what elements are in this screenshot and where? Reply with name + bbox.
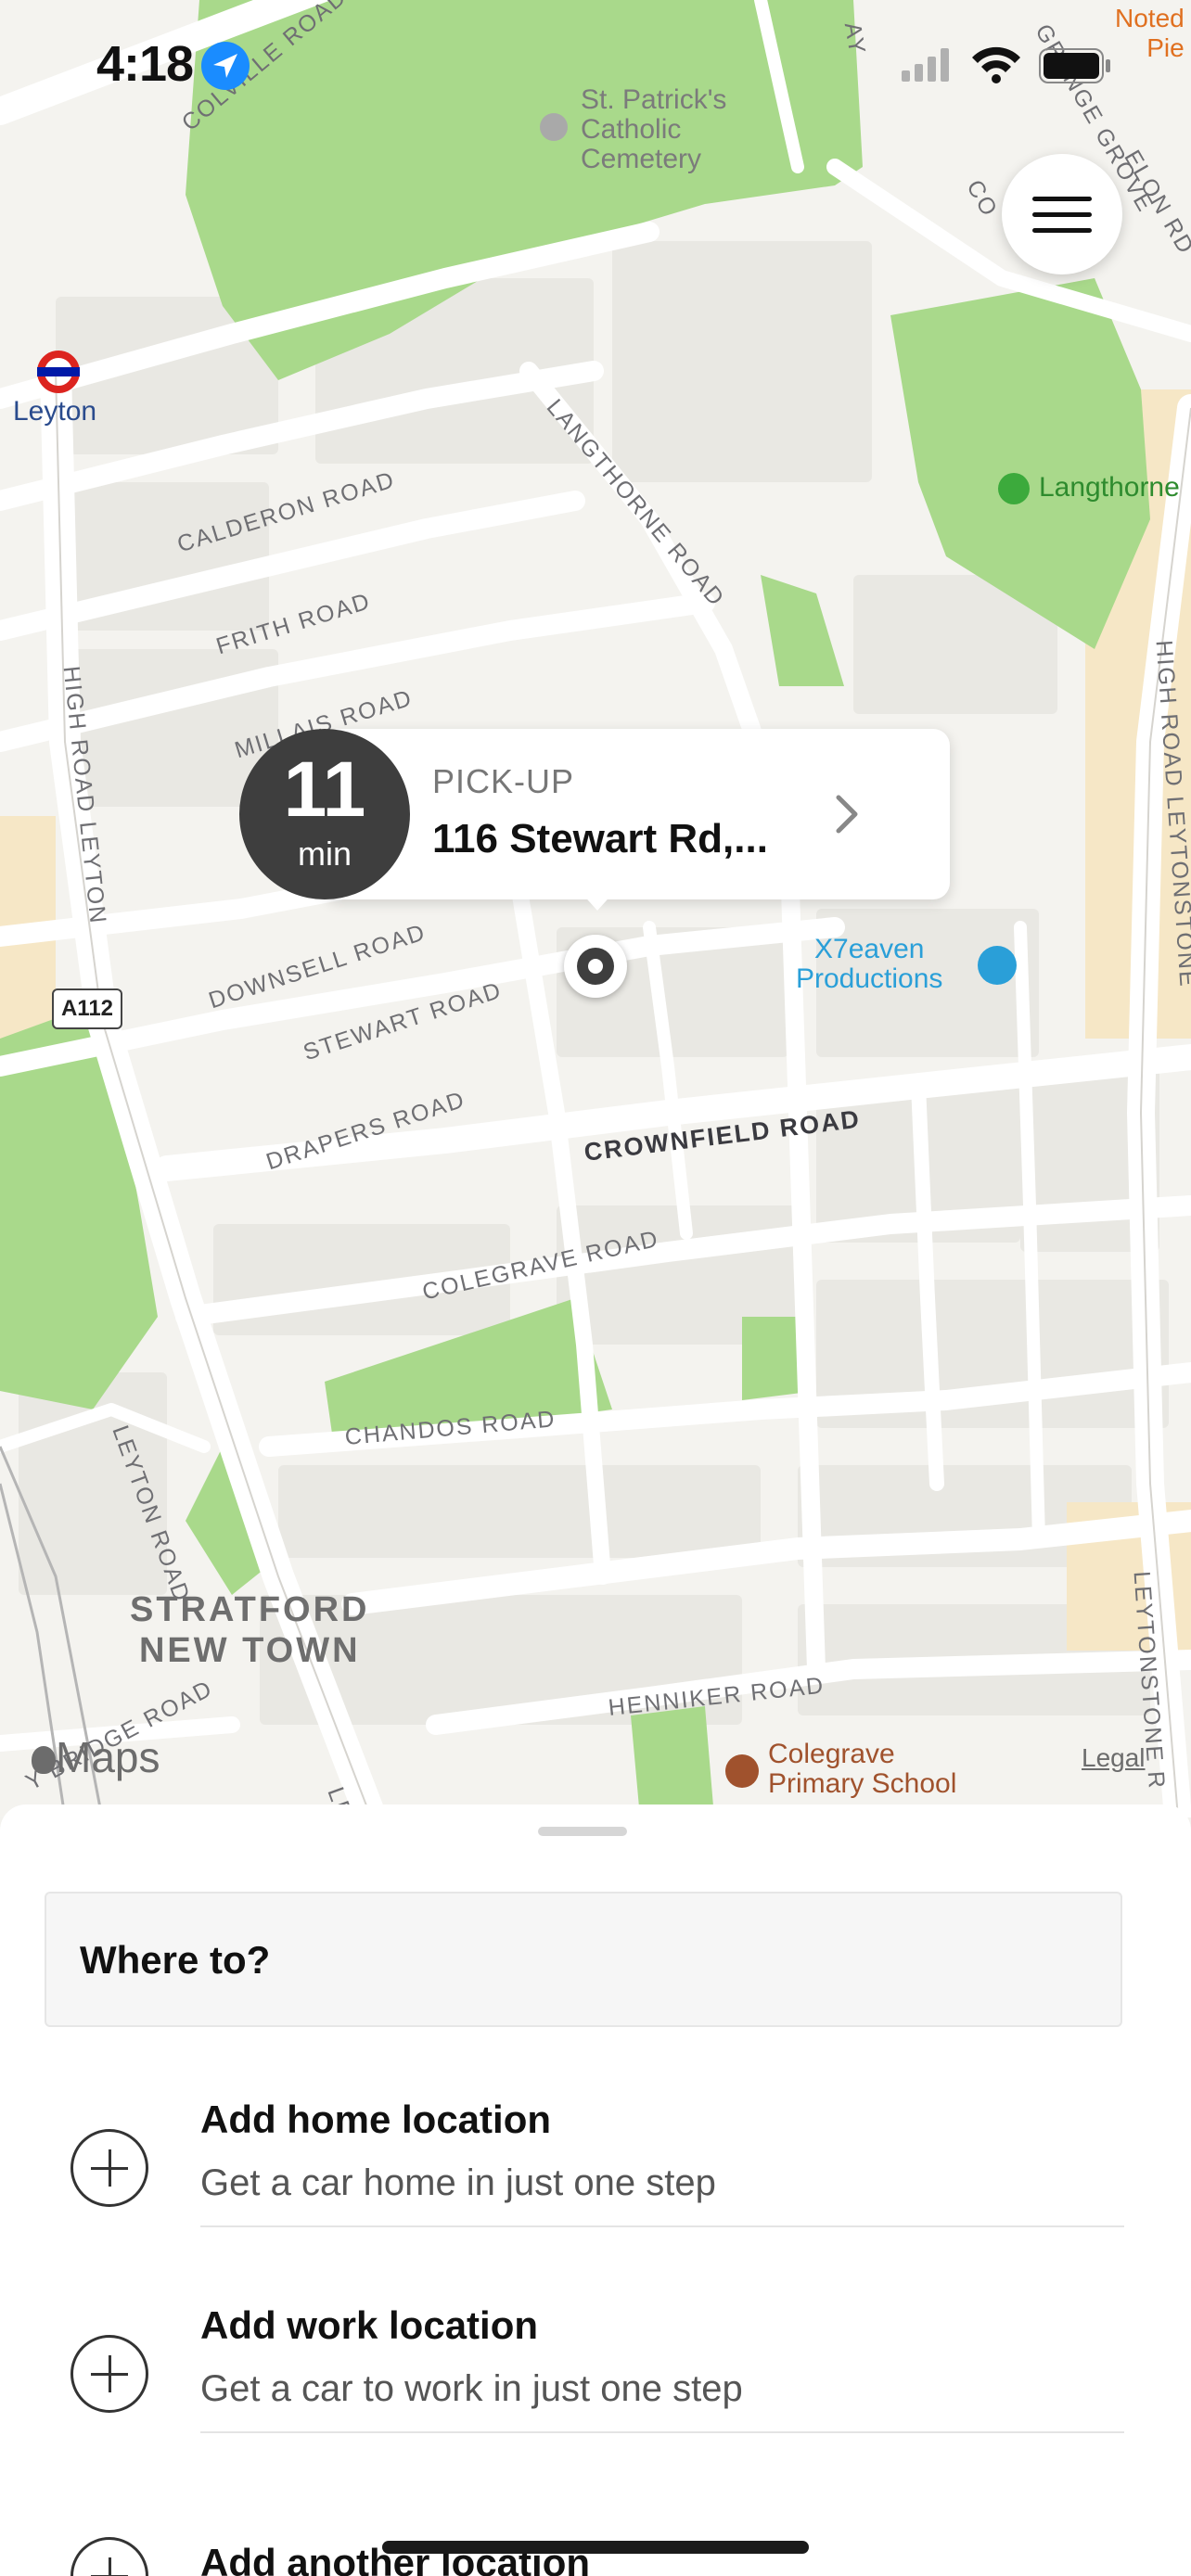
battery-icon (1039, 48, 1111, 88)
location-subtitle: Get a car home in just one step (200, 2162, 716, 2203)
menu-icon (1032, 228, 1092, 233)
plus-circle-icon (70, 2537, 148, 2576)
wifi-icon (970, 45, 1022, 88)
eta-unit: min (297, 835, 352, 873)
legal-link[interactable]: Legal (1082, 1743, 1146, 1773)
status-bar: 4:18 (0, 0, 1191, 130)
poi-station[interactable]: Leyton (13, 397, 96, 427)
menu-button[interactable] (1002, 154, 1122, 274)
add-home-location-row[interactable]: Add home location Get a car home in just… (0, 2064, 1191, 2270)
where-to-input[interactable]: Where to? (45, 1892, 1122, 2027)
location-title: Add work location (200, 2303, 539, 2347)
poi-school[interactable]: Colegrave Primary School (768, 1740, 956, 1799)
signal-icon (900, 48, 955, 86)
row-divider (200, 2225, 1124, 2227)
park-icon (998, 473, 1030, 504)
pickup-address: 116 Stewart Rd,... (432, 816, 768, 861)
pickup-label: PICK-UP (432, 762, 575, 800)
area-label: STRATFORD NEW TOWN (130, 1590, 370, 1670)
eta-badge: 11 min (239, 729, 410, 899)
poi-park[interactable]: Langthorne (1039, 473, 1180, 503)
home-indicator[interactable] (382, 2541, 809, 2554)
menu-icon (1032, 212, 1092, 217)
chevron-right-icon (833, 794, 861, 839)
status-time: 4:18 (96, 36, 194, 92)
dance-icon (978, 946, 1017, 985)
pickup-card[interactable]: 11 min PICK-UP 116 Stewart Rd,... (239, 729, 950, 911)
maps-brand-text: Maps (56, 1733, 160, 1781)
where-to-label: Where to? (80, 1938, 271, 1982)
pickup-pointer (581, 892, 614, 911)
add-work-location-row[interactable]: Add work location Get a car to work in j… (0, 2270, 1191, 2476)
location-title: Add home location (200, 2098, 551, 2141)
road-badge: A112 (52, 988, 122, 1029)
eta-value: 11 (283, 746, 366, 833)
plus-circle-icon (70, 2335, 148, 2413)
school-icon (725, 1754, 759, 1788)
plus-circle-icon (70, 2129, 148, 2207)
add-another-location-row[interactable]: Add another location (0, 2476, 1191, 2576)
map-view[interactable]: Colville Road Calderon Road Frith Road M… (0, 0, 1191, 1817)
row-divider (200, 2431, 1124, 2433)
poi-venue[interactable]: X7eaven Productions (796, 935, 942, 994)
maps-logo: Maps (32, 1732, 160, 1782)
bottom-sheet[interactable]: Where to? Add home location Get a car ho… (0, 1804, 1191, 2576)
pickup-pin[interactable] (564, 935, 627, 998)
pin-dot (588, 959, 603, 974)
menu-icon (1032, 197, 1092, 201)
underground-icon (35, 349, 82, 395)
location-arrow-icon (200, 41, 250, 91)
sheet-grabber[interactable] (538, 1827, 627, 1836)
location-subtitle: Get a car to work in just one step (200, 2368, 743, 2409)
apple-icon (32, 1746, 56, 1774)
